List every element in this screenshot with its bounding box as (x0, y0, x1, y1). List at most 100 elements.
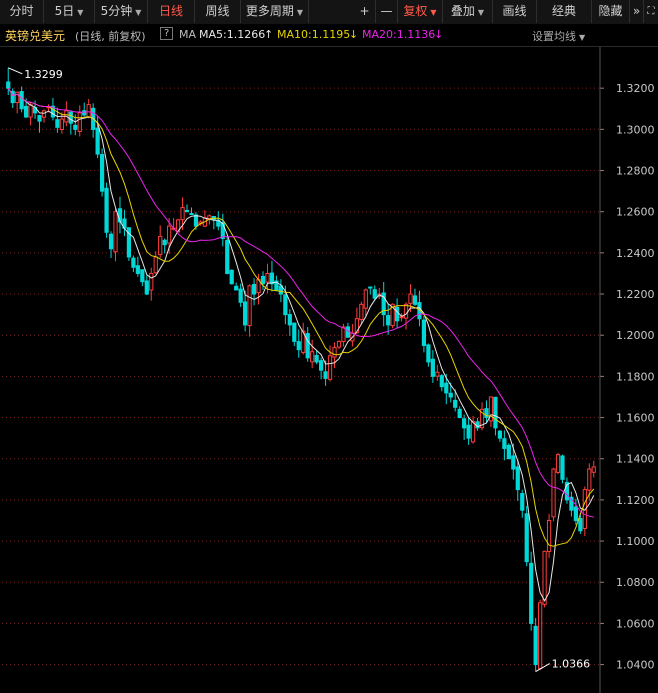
tools-1[interactable]: — (376, 0, 398, 23)
low-price-label: 1.0366 (552, 658, 591, 671)
candle-body (6, 81, 11, 89)
candle-body (336, 340, 342, 348)
candle-body (140, 269, 145, 283)
double-chevron-right-icon[interactable]: » (630, 0, 644, 23)
candle-body (430, 358, 435, 377)
candle-body (158, 235, 163, 256)
candle-body (538, 602, 543, 670)
tools-label: 叠加 (450, 4, 475, 18)
candle-body (287, 314, 292, 326)
help-button[interactable]: ? (160, 27, 174, 40)
candle-body (470, 421, 476, 443)
tools-3[interactable]: 叠加 ▼ (443, 0, 493, 23)
candle-body (435, 371, 440, 377)
candle-body (394, 306, 400, 322)
candle-body (82, 110, 87, 116)
tools-2[interactable]: 复权 ▼ (398, 0, 443, 23)
candle-body (493, 396, 498, 429)
candle-body (193, 214, 199, 227)
candle-body (247, 285, 252, 327)
tabs-0[interactable]: 分时 (0, 0, 44, 23)
candle-body (95, 127, 100, 155)
candle-body (28, 104, 33, 118)
y-tick-label: 1.2000 (616, 329, 655, 342)
candle-body (515, 466, 520, 491)
tools-label: + (359, 4, 370, 18)
ma-settings-button[interactable]: 设置均线 ▼ (532, 28, 585, 44)
tabs-label: 更多周期 (245, 4, 294, 18)
candle-body (234, 285, 239, 291)
candle-body (511, 455, 516, 470)
candle-body (439, 375, 444, 388)
candle-body (520, 493, 525, 511)
candle-body (108, 233, 114, 250)
candle-body (372, 289, 377, 299)
y-tick-label: 1.3200 (616, 82, 655, 95)
candle-body (99, 154, 105, 192)
candle-body (386, 315, 391, 326)
tools-4[interactable]: 画线 (493, 0, 537, 23)
ma10-value: MA10:1.1195 (277, 28, 351, 41)
ma20-down-arrow-icon: ↓ (434, 28, 444, 41)
tabs-3[interactable]: 日线 (148, 0, 195, 23)
candle-body (551, 468, 556, 518)
candle-body (363, 289, 368, 309)
tools-6[interactable]: 隐藏 (592, 0, 630, 23)
candle-body (104, 187, 109, 233)
tabs-2[interactable]: 5分钟 ▼ (95, 0, 148, 23)
tabs-1[interactable]: 5日 ▼ (44, 0, 95, 23)
tools-5[interactable]: 经典 (537, 0, 592, 23)
instrument-name: 英镑兑美元 (5, 29, 66, 43)
y-tick-label: 1.3000 (616, 123, 655, 136)
high-price-label: 1.3299 (24, 68, 63, 81)
candle-body (448, 392, 453, 398)
candle-body (153, 256, 158, 274)
candle-body (19, 91, 24, 110)
candle-body (189, 213, 194, 216)
candle-body (506, 444, 511, 460)
tabs-label: 日线 (158, 4, 183, 18)
candle-body (323, 371, 328, 379)
tools-label: 复权 (403, 4, 428, 18)
candle-body (167, 225, 172, 244)
candle-body (497, 430, 503, 439)
tabs-5[interactable]: 更多周期 ▼ (241, 0, 309, 23)
candle-body (131, 257, 136, 268)
tabs-label: 分时 (9, 4, 34, 18)
candle-body (73, 124, 78, 130)
candle-body (310, 351, 315, 363)
candle-body (260, 275, 266, 285)
chevron-down-icon: ▼ (135, 8, 142, 17)
candle-body (359, 303, 364, 321)
candlestick-chart[interactable]: 1.3200 1.3000 1.2800 1.2600 1.2400 1.2200 1.20… (0, 47, 658, 693)
candle-body (225, 239, 230, 274)
candle-body (207, 215, 212, 220)
candle-body (265, 272, 270, 283)
y-tick-label: 1.0800 (616, 576, 655, 589)
y-tick-label: 1.1800 (616, 370, 655, 383)
tools-0[interactable]: + (354, 0, 376, 23)
candle-body (332, 347, 337, 358)
candle-body (292, 322, 297, 342)
candle-body (162, 239, 167, 246)
ma10-down-arrow-icon: ↓ (349, 28, 359, 41)
candle-body (314, 355, 319, 363)
ma10-line (7, 87, 595, 547)
chevron-down-icon: ▼ (430, 8, 437, 17)
tabs-4[interactable]: 周线 (195, 0, 241, 23)
candle-body (457, 408, 462, 419)
ma20-value: MA20:1.1136 (362, 28, 436, 41)
candle-body (113, 211, 118, 253)
tabs-label: 5分钟 (100, 4, 133, 18)
candle-body (305, 333, 310, 359)
candle-body (421, 319, 427, 347)
candle-body (238, 288, 243, 303)
candle-body (533, 625, 538, 666)
candle-body (283, 294, 288, 316)
tools-label: 经典 (551, 4, 576, 18)
fullscreen-icon[interactable]: ⛶ (644, 0, 658, 23)
candle-body (345, 326, 351, 338)
candle-body (426, 344, 431, 363)
high-marker-line (8, 67, 23, 75)
candle-body (220, 222, 225, 239)
